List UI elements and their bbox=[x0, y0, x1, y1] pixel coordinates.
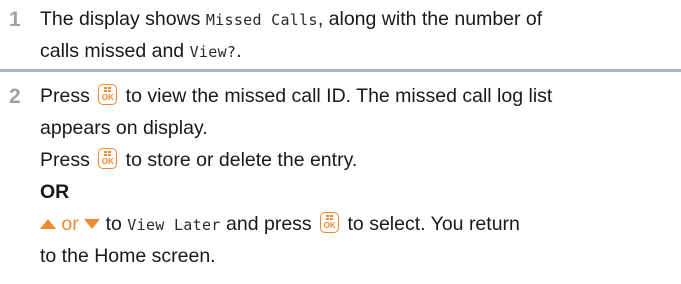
up-arrow-icon bbox=[40, 219, 56, 229]
ok-key-label: OK bbox=[323, 221, 336, 230]
ok-key-icon: OK bbox=[98, 84, 118, 105]
ok-key-icon: OK bbox=[320, 212, 340, 233]
step-text: Press OK to view the missed call ID. The… bbox=[40, 80, 670, 272]
step-number: 1 bbox=[9, 8, 21, 31]
step-line: to the Home screen. bbox=[40, 245, 216, 267]
text-fragment: to bbox=[100, 213, 128, 235]
text-fragment: and press bbox=[220, 213, 318, 235]
text-fragment: calls missed and bbox=[40, 40, 190, 62]
or-text: or bbox=[56, 213, 85, 235]
ok-key-label: OK bbox=[101, 93, 114, 102]
step-text: The display shows Missed Calls, along wi… bbox=[40, 3, 670, 67]
step-line: calls missed and View?. bbox=[40, 35, 670, 67]
step-number: 2 bbox=[9, 85, 21, 108]
text-fragment: to view the missed call ID. The missed c… bbox=[120, 85, 553, 107]
step-line: The display shows Missed Calls, along wi… bbox=[40, 3, 670, 35]
step-line: appears on display. bbox=[40, 117, 208, 139]
ok-key-icon: OK bbox=[98, 148, 118, 169]
text-fragment: The display shows bbox=[40, 8, 206, 30]
down-arrow-icon bbox=[84, 219, 101, 229]
step-line: Press OK to store or delete the entry. bbox=[40, 144, 670, 176]
text-fragment: Press bbox=[40, 85, 96, 107]
text-fragment: Press bbox=[40, 149, 96, 171]
text-fragment: . bbox=[236, 40, 242, 62]
text-fragment: to select. You return bbox=[342, 213, 520, 235]
display-text: View Later bbox=[127, 216, 221, 234]
display-text: View? bbox=[189, 43, 237, 61]
step-divider bbox=[0, 69, 681, 72]
ok-key-label: OK bbox=[101, 157, 114, 166]
text-fragment: , along with the number of bbox=[317, 8, 543, 30]
step-line: Press OK to view the missed call ID. The… bbox=[40, 80, 670, 112]
text-fragment: to store or delete the entry. bbox=[120, 149, 358, 171]
step-line: or to View Later and press OK to select.… bbox=[40, 208, 670, 240]
display-text: Missed Calls bbox=[205, 11, 318, 29]
or-label: OR bbox=[40, 181, 70, 203]
